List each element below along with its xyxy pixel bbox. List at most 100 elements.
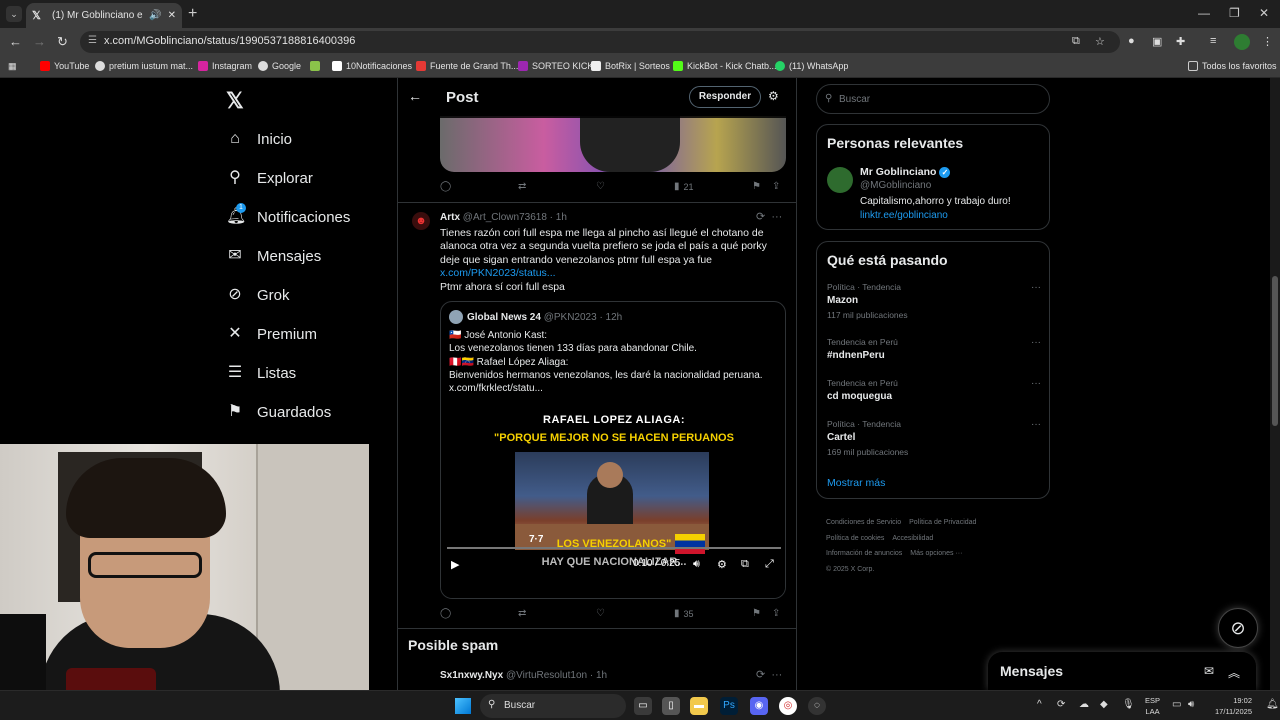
x-logo-icon[interactable]: 𝕏 xyxy=(226,88,244,114)
new-message-icon[interactable]: ✉ xyxy=(1204,664,1214,678)
back-arrow-icon[interactable]: ← xyxy=(408,88,422,104)
more-options-icon[interactable]: ··· xyxy=(1031,282,1041,293)
settings-sliders-icon[interactable]: ⚙ xyxy=(768,89,779,103)
reply-icon[interactable]: ◯ xyxy=(440,608,451,619)
app-icon[interactable]: ▯ xyxy=(662,697,680,715)
search-input[interactable]: ⚲ Buscar xyxy=(816,84,1050,114)
tab-search-button[interactable]: ⌄ xyxy=(6,6,22,22)
address-bar[interactable]: ☰ x.com/MGoblinciano/status/199053718881… xyxy=(80,31,1120,53)
taskbar-search[interactable]: ⚲ Buscar xyxy=(480,694,626,718)
bookmark-youtube[interactable]: YouTube xyxy=(40,61,89,71)
extension-icon-2[interactable]: ▣ xyxy=(1152,35,1162,48)
photoshop-icon[interactable]: Ps xyxy=(720,697,738,715)
chevron-up-icon[interactable]: ^ xyxy=(1037,699,1042,710)
sidebar-item-premium[interactable]: ✕ Premium xyxy=(226,325,317,343)
sidebar-item-mensajes[interactable]: ✉ Mensajes xyxy=(226,247,321,265)
footer-link[interactable]: Accesibilidad xyxy=(892,535,933,542)
profile-avatar[interactable] xyxy=(1234,34,1250,50)
language-indicator[interactable]: ESP LAA xyxy=(1145,695,1160,717)
grok-button[interactable]: ⊘ xyxy=(1218,608,1258,648)
share-icon[interactable]: ⇪ xyxy=(772,181,780,192)
show-more-link[interactable]: Mostrar más xyxy=(827,477,885,489)
volume-icon[interactable]: 🔊︎ xyxy=(1188,699,1194,710)
trend-item[interactable]: Política · Tendencia Cartel 169 mil publ… xyxy=(827,419,1041,457)
tweet-time[interactable]: · 1h xyxy=(550,212,567,223)
bookmark-gta[interactable]: Fuente de Grand Th... xyxy=(416,61,518,71)
volume-icon[interactable]: 🔊︎ xyxy=(693,558,700,571)
bookmark-google[interactable]: Google xyxy=(258,61,301,71)
tweet-link[interactable]: x.com/PKN2023/status... xyxy=(440,267,786,280)
author-handle[interactable]: @Art_Clown73618 xyxy=(463,212,547,223)
page-scrollbar[interactable] xyxy=(1270,78,1280,690)
avatar[interactable] xyxy=(827,167,853,193)
video-player[interactable]: RAFAEL LOPEZ ALIAGA: "PORQUE MEJOR NO SE… xyxy=(441,406,785,598)
fullscreen-icon[interactable]: ⤢ xyxy=(765,558,774,571)
more-options-icon[interactable]: ··· xyxy=(1031,378,1041,389)
star-icon[interactable]: ☆ xyxy=(1095,35,1105,48)
extensions-puzzle-icon[interactable]: ✚ xyxy=(1176,35,1185,48)
scrollbar-thumb[interactable] xyxy=(1272,276,1278,426)
messages-drawer[interactable]: Mensajes ✉ ︽ xyxy=(988,652,1256,690)
author-name[interactable]: Artx xyxy=(440,212,460,223)
task-view-icon[interactable]: ▭ xyxy=(634,697,652,715)
forward-icon[interactable]: → xyxy=(33,34,46,49)
bookmark-sorteo-kick[interactable]: SORTEO KICK xyxy=(518,61,593,71)
chevron-up-icon[interactable]: ︽ xyxy=(1228,664,1240,681)
cloud-icon[interactable]: ☁ xyxy=(1079,699,1089,710)
footer-link[interactable]: Política de cookies xyxy=(826,535,884,542)
like-icon[interactable]: ♡ xyxy=(596,608,605,619)
windows-start-icon[interactable] xyxy=(455,698,471,714)
bookmark-botrix[interactable]: BotRix | Sorteos xyxy=(591,61,670,71)
network-icon[interactable]: ▭ xyxy=(1172,699,1181,710)
repost-icon[interactable]: ⇄ xyxy=(518,181,526,192)
extension-icon[interactable]: ● xyxy=(1128,35,1135,47)
quoted-post[interactable]: Global News 24 @PKN2023 · 12h 🇨🇱 José An… xyxy=(440,301,786,599)
all-bookmarks-folder[interactable]: Todos los favoritos xyxy=(1188,61,1277,71)
reply-icon[interactable]: ◯ xyxy=(440,181,451,192)
gear-icon[interactable]: ⚙ xyxy=(717,558,727,571)
views-action[interactable]: ▮ 35 xyxy=(674,608,694,619)
bookmark-icon[interactable]: ⚑ xyxy=(752,181,761,192)
sidebar-item-grok[interactable]: ⊘ Grok xyxy=(226,286,289,304)
restore-icon[interactable]: ❐ xyxy=(1229,6,1240,20)
bookmark-10notificaciones[interactable]: 10Notificaciones xyxy=(332,61,412,71)
share-icon[interactable]: ⇪ xyxy=(772,608,780,619)
close-window-icon[interactable]: ✕ xyxy=(1259,6,1269,20)
reload-icon[interactable]: ↻ xyxy=(57,34,68,50)
microphone-icon[interactable]: 🎙︎ xyxy=(1122,699,1135,710)
more-options-icon[interactable]: ··· xyxy=(1031,337,1041,348)
reply-button[interactable]: Responder xyxy=(689,86,761,108)
speaker-icon[interactable]: 🔊 xyxy=(149,10,161,21)
apps-grid-icon[interactable]: ▦ xyxy=(8,61,17,72)
sidebar-item-explorar[interactable]: ⚲ Explorar xyxy=(226,169,313,187)
pip-icon[interactable]: ⧉ xyxy=(741,558,749,571)
obs-icon[interactable]: ◌ xyxy=(808,697,826,715)
person-link[interactable]: linktr.ee/goblinciano xyxy=(860,210,948,221)
sidebar-item-listas[interactable]: ☰ Listas xyxy=(226,364,296,382)
new-tab-button[interactable]: + xyxy=(188,5,197,23)
sidebar-item-notificaciones[interactable]: 🔔︎ 1 Notificaciones xyxy=(226,203,350,226)
sidebar-item-guardados[interactable]: ⚑ Guardados xyxy=(226,403,331,421)
play-icon[interactable]: ▶ xyxy=(451,558,459,571)
bookmark-whatsapp[interactable]: (11) WhatsApp xyxy=(775,61,848,71)
install-app-icon[interactable]: ⧉ xyxy=(1072,35,1080,48)
site-info-icon[interactable]: ☰ xyxy=(88,35,97,46)
trend-item[interactable]: Tendencia en Perú #ndnenPeru ··· xyxy=(827,337,1041,361)
more-options-icon[interactable]: ⟳ ··· xyxy=(756,210,782,223)
bookmark-pretium[interactable]: pretium iustum mat... xyxy=(95,61,193,71)
previous-post-media[interactable] xyxy=(440,116,786,172)
like-icon[interactable]: ♡ xyxy=(596,181,605,192)
bookmark-notif-icon-only[interactable] xyxy=(310,61,324,71)
minimize-icon[interactable]: — xyxy=(1198,6,1210,20)
close-tab-icon[interactable]: ✕ xyxy=(168,10,176,21)
person-handle[interactable]: @MGoblinciano xyxy=(860,180,931,191)
avatar[interactable]: ☻ xyxy=(412,212,430,230)
tray-app-icon-2[interactable]: ◆ xyxy=(1100,699,1108,710)
trend-item[interactable]: Política · Tendencia Mazon 117 mil publi… xyxy=(827,282,1041,320)
notification-bell-icon[interactable]: 🔔︎ xyxy=(1266,699,1279,710)
chrome-icon[interactable]: ◎ xyxy=(779,697,797,715)
browser-tab-active[interactable]: 𝕏 (1) Mr Goblinciano en X: "U 🔊 ✕ xyxy=(26,3,182,28)
media-controls-icon[interactable]: ≡ xyxy=(1210,35,1216,47)
video-progress-bar[interactable] xyxy=(447,547,781,549)
views-action[interactable]: ▮ 21 xyxy=(674,181,694,192)
